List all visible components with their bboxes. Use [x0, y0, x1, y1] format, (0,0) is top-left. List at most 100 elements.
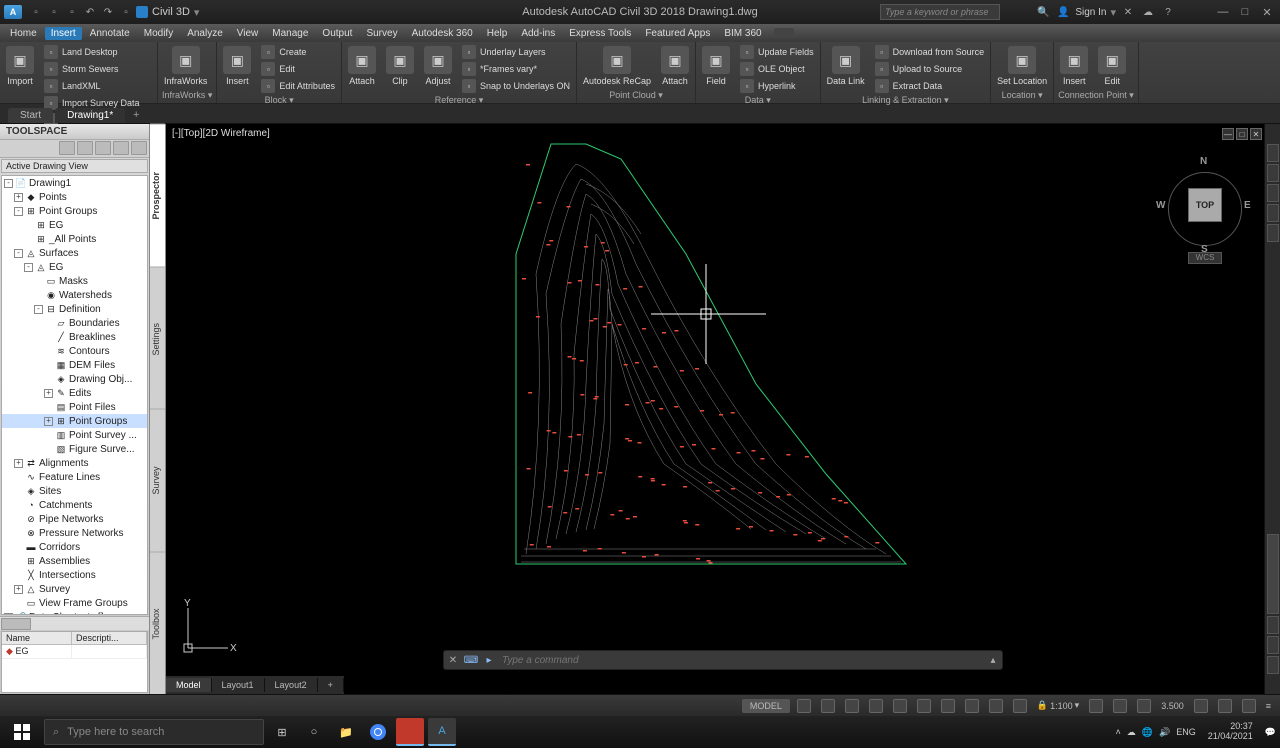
nav-pan-icon[interactable] — [1267, 164, 1279, 182]
vtab-toolbox[interactable]: Toolbox — [150, 552, 165, 695]
menu-help[interactable]: Help — [481, 27, 514, 40]
status-polar-icon[interactable] — [869, 699, 883, 713]
tree-masks[interactable]: ▭Masks — [2, 274, 147, 288]
minimize-button[interactable]: — — [1214, 4, 1232, 20]
tree-hscroll[interactable] — [0, 616, 149, 630]
drawing-canvas[interactable]: [-][Top][2D Wireframe] — □ ✕ — [166, 124, 1280, 694]
tray-chevron-icon[interactable]: ˄ — [1116, 727, 1121, 737]
ribbon-panel-label[interactable]: Data ▾ — [700, 94, 816, 106]
nav-btn6[interactable] — [1267, 616, 1279, 634]
tray-network-icon[interactable]: 🌐 — [1142, 727, 1153, 738]
tree-view-frame-groups[interactable]: ▭View Frame Groups — [2, 596, 147, 610]
viewcube-n[interactable]: N — [1200, 156, 1207, 167]
ribbon-panel-label[interactable]: Location ▾ — [995, 89, 1049, 101]
menu-featuredapps[interactable]: Featured Apps — [639, 27, 716, 40]
viewcube-w[interactable]: W — [1156, 200, 1165, 211]
ribbon-panel-label[interactable]: Connection Point ▾ — [1058, 89, 1134, 101]
tray-volume-icon[interactable]: 🔊 — [1159, 727, 1170, 738]
tree-survey[interactable]: +△Survey — [2, 582, 147, 596]
doctab-drawing1[interactable]: Drawing1* — [55, 108, 125, 123]
close-button[interactable]: ✕ — [1258, 4, 1276, 20]
ribbon-extract-data-button[interactable]: ▫Extract Data — [873, 78, 987, 94]
menu-insert[interactable]: Insert — [45, 27, 82, 40]
ribbon-snap-to-underlays-on-button[interactable]: ▫Snap to Underlays ON — [460, 78, 572, 94]
menu-annotate[interactable]: Annotate — [84, 27, 136, 40]
explorer-icon[interactable]: 📁 — [332, 718, 360, 746]
tray-lang-icon[interactable]: ENG — [1176, 727, 1196, 737]
ribbon-panel-label[interactable]: InfraWorks ▾ — [162, 89, 212, 101]
ribbon-field-button[interactable]: ▣Field — [700, 44, 732, 88]
menu-output[interactable]: Output — [316, 27, 358, 40]
menu-bim360[interactable]: BIM 360 — [718, 27, 767, 40]
grid-col-desc[interactable]: Descripti... — [72, 632, 147, 644]
tree-assemblies[interactable]: ⊞Assemblies — [2, 554, 147, 568]
ribbon-edit-button[interactable]: ▫Edit — [259, 61, 337, 77]
doctab-add-button[interactable]: + — [127, 107, 145, 123]
menu-autodesk360[interactable]: Autodesk 360 — [406, 27, 479, 40]
status-transparency-icon[interactable] — [1013, 699, 1027, 713]
ribbon-insert-button[interactable]: ▣Insert — [221, 44, 253, 88]
menu-add-ins[interactable]: Add-ins — [515, 27, 561, 40]
vtab-survey[interactable]: Survey — [150, 409, 165, 552]
status-otrack-icon[interactable] — [965, 699, 979, 713]
command-line[interactable]: ✕ ⌨ ▸ ▴ — [443, 650, 1003, 670]
tree-eg[interactable]: -◬EG — [2, 260, 147, 274]
ribbon-panel-label[interactable]: Point Cloud ▾ — [581, 89, 691, 101]
status-hardware-icon[interactable] — [1242, 699, 1256, 713]
tree-surfaces[interactable]: -◬Surfaces — [2, 246, 147, 260]
status-model-button[interactable]: MODEL — [742, 699, 790, 713]
ribbon-data-link-button[interactable]: ▣Data Link — [825, 44, 867, 88]
status-osnap-icon[interactable] — [917, 699, 931, 713]
tree-edits[interactable]: +✎Edits — [2, 386, 147, 400]
nav-slider[interactable] — [1267, 534, 1279, 614]
start-button[interactable] — [4, 718, 40, 746]
ribbon-hyperlink-button[interactable]: ▫Hyperlink — [738, 78, 816, 94]
layouttab-layout1[interactable]: Layout1 — [212, 678, 265, 692]
tree-boundaries[interactable]: ▱Boundaries — [2, 316, 147, 330]
grid-row[interactable]: ◆ EG — [2, 645, 147, 659]
grid-col-name[interactable]: Name — [2, 632, 72, 644]
tree-breaklines[interactable]: ╱Breaklines — [2, 330, 147, 344]
tree-points[interactable]: +◆Points — [2, 190, 147, 204]
tree-drawing1[interactable]: -📄Drawing1 — [2, 176, 147, 190]
layouttab-add[interactable]: + — [318, 678, 344, 692]
tree-corridors[interactable]: ▬Corridors — [2, 540, 147, 554]
tree-point-files[interactable]: ▤Point Files — [2, 400, 147, 414]
ribbon-insert-button[interactable]: ▣Insert — [1058, 44, 1090, 88]
app1-icon[interactable] — [396, 718, 424, 746]
qat-redo-icon[interactable]: ↷ — [100, 4, 116, 20]
status-isolate-icon[interactable] — [1218, 699, 1232, 713]
nav-showmotion-icon[interactable] — [1267, 224, 1279, 242]
app-menu-icon[interactable]: A — [4, 5, 22, 19]
qat-new-icon[interactable]: ▫ — [28, 4, 44, 20]
ribbon-set-location-button[interactable]: ▣Set Location — [995, 44, 1049, 88]
ribbon-autodesk-recap-button[interactable]: ▣Autodesk ReCap — [581, 44, 653, 88]
qat-undo-icon[interactable]: ↶ — [82, 4, 98, 20]
tree-alignments[interactable]: +⇄Alignments — [2, 456, 147, 470]
chrome-icon[interactable] — [364, 718, 392, 746]
tree-definition[interactable]: -⊟Definition — [2, 302, 147, 316]
tree-point-survey-[interactable]: ▥Point Survey ... — [2, 428, 147, 442]
cmdline-input[interactable] — [498, 655, 984, 666]
cmdline-dropdown-icon[interactable]: ▴ — [984, 655, 1002, 666]
tree-watersheds[interactable]: ◉Watersheds — [2, 288, 147, 302]
viewcube-top[interactable]: TOP — [1188, 188, 1222, 222]
tree-pipe-networks[interactable]: ⊘Pipe Networks — [2, 512, 147, 526]
nav-btn7[interactable] — [1267, 636, 1279, 654]
signin-icon[interactable]: 👤 — [1055, 4, 1071, 20]
qat-plot-icon[interactable]: ▫ — [118, 4, 134, 20]
tree-drawing-obj-[interactable]: ◈Drawing Obj... — [2, 372, 147, 386]
autocad-taskbar-icon[interactable]: A — [428, 718, 456, 746]
viewcube-e[interactable]: E — [1244, 200, 1251, 211]
status-annoscaleauto-icon[interactable] — [1113, 699, 1127, 713]
status-workspace-icon[interactable] — [1137, 699, 1151, 713]
ribbon-edit-button[interactable]: ▣Edit — [1096, 44, 1128, 88]
toolspace-view-dropdown[interactable]: Active Drawing View — [1, 159, 148, 173]
ribbon-minimize-icon[interactable] — [774, 28, 794, 38]
ribbon-download-from-source-button[interactable]: ▫Download from Source — [873, 44, 987, 60]
cortana-icon[interactable]: ○ — [300, 718, 328, 746]
tree-point-groups[interactable]: -⊞Point Groups — [2, 204, 147, 218]
ribbon-upload-to-source-button[interactable]: ▫Upload to Source — [873, 61, 987, 77]
ribbon-panel-label[interactable]: Linking & Extraction ▾ — [825, 94, 987, 106]
status-customize-icon[interactable]: ≡ — [1263, 701, 1274, 711]
